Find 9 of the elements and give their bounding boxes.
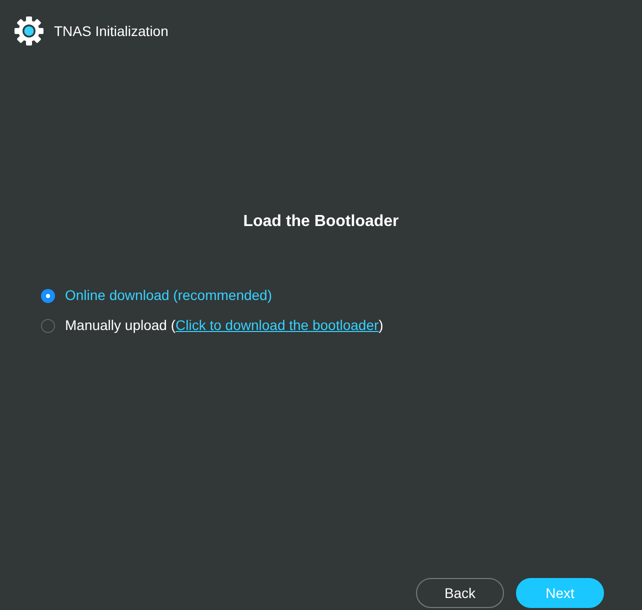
page-heading: Load the Bootloader: [242, 212, 400, 232]
back-button[interactable]: Back: [416, 578, 504, 608]
gear-icon: [14, 16, 44, 46]
radio-button[interactable]: [41, 288, 55, 303]
radio-button[interactable]: [41, 318, 55, 333]
download-link[interactable]: Click to download the bootloader: [176, 317, 379, 334]
window-title: TNAS Initialization: [54, 22, 168, 40]
option-label[interactable]: Online download (recommended): [65, 285, 272, 306]
option-label[interactable]: Manually upload (Click to download the bootloader): [65, 315, 384, 336]
